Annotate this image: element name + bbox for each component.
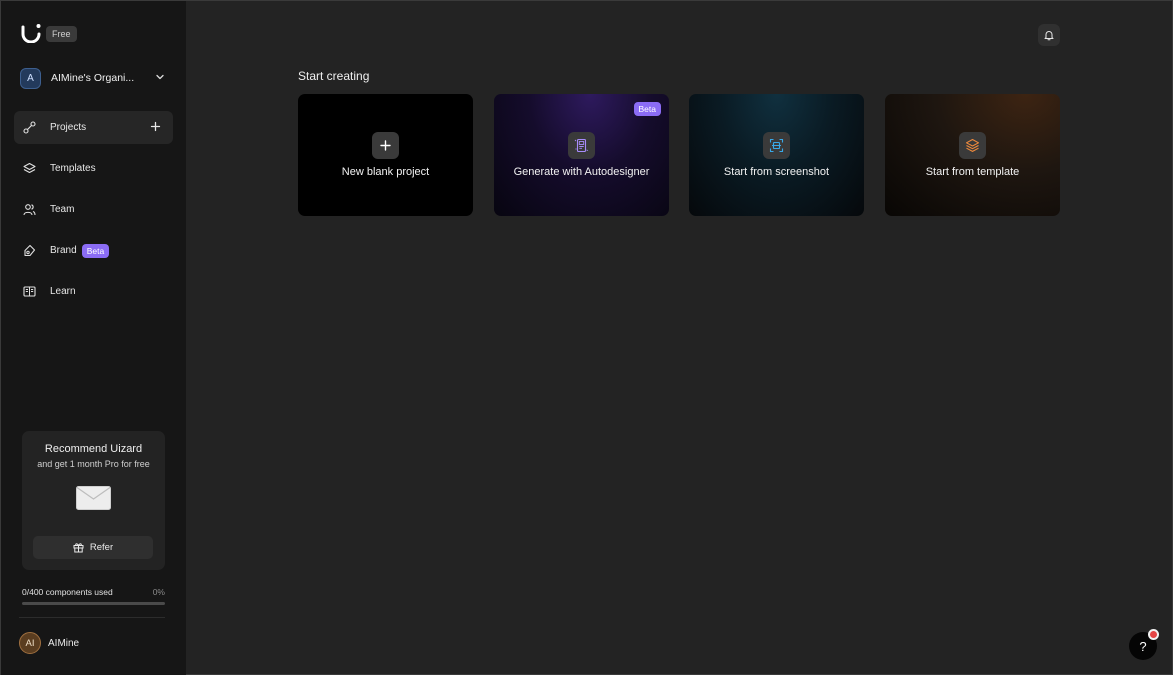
sidebar-item-label: Learn (50, 286, 76, 297)
sidebar-item-learn[interactable]: Learn (14, 275, 173, 308)
org-switcher[interactable]: A AIMine's Organi... (20, 66, 168, 90)
sidebar: Free A AIMine's Organi... Projects Templ… (1, 1, 186, 675)
plus-icon (372, 132, 399, 159)
avatar: AI (19, 632, 41, 654)
uizard-logo[interactable] (20, 23, 42, 43)
chevron-down-icon (156, 74, 164, 80)
app-window: Free A AIMine's Organi... Projects Templ… (0, 0, 1173, 675)
card-label: Start from template (925, 166, 1020, 178)
section-title: Start creating (298, 69, 370, 83)
sidebar-item-label: Templates (50, 163, 96, 174)
sidebar-item-label: Projects (50, 122, 87, 133)
sidebar-item-label: Brand (50, 245, 77, 256)
help-label: ? (1139, 638, 1147, 654)
sidebar-item-brand[interactable]: Brand Beta (14, 234, 173, 267)
user-name: AIMine (48, 637, 80, 649)
start-from-template-card[interactable]: Start from template (885, 94, 1060, 216)
beta-badge: Beta (633, 102, 661, 116)
projects-icon (23, 121, 36, 134)
recommend-subtitle: and get 1 month Pro for free (37, 459, 150, 469)
user-profile[interactable]: AI AIMine (19, 632, 79, 654)
notification-dot (1148, 629, 1159, 640)
team-icon (23, 203, 36, 216)
new-blank-project-card[interactable]: New blank project (298, 94, 473, 216)
envelope-icon (76, 486, 111, 510)
sidebar-divider (19, 617, 165, 618)
layers-icon (23, 162, 36, 175)
sidebar-item-projects[interactable]: Projects (14, 111, 173, 144)
beta-badge: Beta (81, 243, 110, 258)
org-name: AIMine's Organi... (51, 72, 135, 84)
sidebar-item-team[interactable]: Team (14, 193, 173, 226)
autodesigner-card[interactable]: Beta Generate with Autodesigner (494, 94, 669, 216)
card-label: Start from screenshot (723, 166, 830, 178)
layers-icon (959, 132, 986, 159)
refer-button[interactable]: Refer (33, 536, 153, 559)
sidebar-item-templates[interactable]: Templates (14, 152, 173, 185)
bell-icon (1044, 30, 1054, 40)
book-icon (23, 285, 36, 298)
autodesigner-icon (568, 132, 595, 159)
sidebar-nav: Projects Templates Team Brand Beta Learn (14, 111, 173, 316)
plan-badge: Free (46, 26, 77, 42)
start-from-screenshot-card[interactable]: Start from screenshot (689, 94, 864, 216)
sidebar-item-label: Team (50, 204, 75, 215)
usage-meter: 0/400 components used 0% (22, 587, 165, 605)
usage-progress-bar (22, 602, 165, 605)
screenshot-icon (763, 132, 790, 159)
usage-percent: 0% (152, 587, 165, 597)
notifications-button[interactable] (1038, 24, 1060, 46)
refer-label: Refer (89, 542, 114, 553)
org-avatar: A (20, 67, 41, 89)
gift-icon (73, 543, 84, 553)
add-project-icon[interactable] (150, 121, 161, 132)
brand-icon (23, 244, 36, 257)
usage-label: 0/400 components used (22, 587, 113, 597)
recommend-title: Recommend Uizard (44, 443, 143, 455)
recommend-card: Recommend Uizard and get 1 month Pro for… (22, 431, 165, 570)
card-label: Generate with Autodesigner (513, 166, 650, 178)
card-label: New blank project (341, 166, 430, 178)
